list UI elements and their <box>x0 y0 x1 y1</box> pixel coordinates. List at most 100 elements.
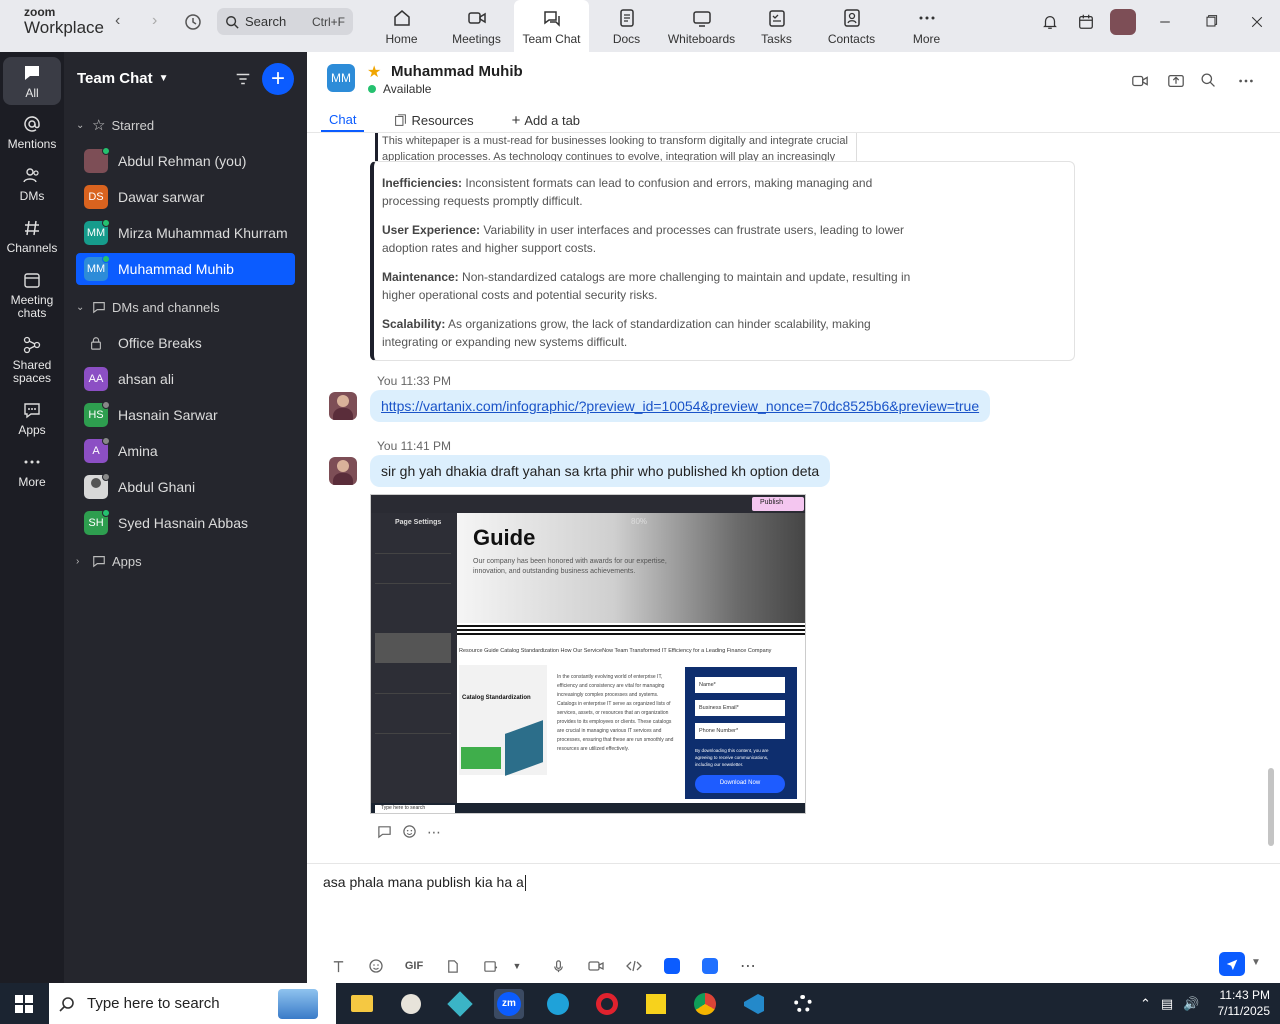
sidebar-item-ahsan-ali[interactable]: AA ahsan ali <box>76 363 295 395</box>
sidebar-item-abdul-rehman[interactable]: Abdul Rehman (you) <box>76 145 295 177</box>
rail-shared-spaces[interactable]: Shared spaces <box>0 335 64 385</box>
sidebar-item-amina[interactable]: A Amina <box>76 435 295 467</box>
message-link[interactable]: https://vartanix.com/infographic/?previe… <box>381 398 979 414</box>
rail-apps[interactable]: Apps <box>0 400 64 437</box>
send-options-icon[interactable]: ▼ <box>1251 957 1261 968</box>
rail-meeting-chats[interactable]: Meeting chats <box>0 270 64 320</box>
rail-more[interactable]: More <box>0 452 64 489</box>
message-list[interactable]: This whitepaper is a must-read for busin… <box>307 133 1280 863</box>
status-dot <box>102 147 110 155</box>
history-icon[interactable] <box>183 12 203 32</box>
filter-icon[interactable] <box>234 70 252 91</box>
rail-channels[interactable]: Channels <box>0 218 64 255</box>
new-chat-button[interactable]: + <box>262 63 294 95</box>
search-icon[interactable] <box>1200 72 1218 90</box>
video-call-icon[interactable] <box>1131 72 1149 90</box>
chevron-up-icon[interactable]: ⌃ <box>1140 996 1151 1012</box>
volume-icon[interactable]: 🔊 <box>1183 996 1199 1012</box>
more-options-icon[interactable] <box>1237 72 1255 90</box>
tab-add[interactable]: + Add a tab <box>504 108 588 132</box>
code-icon[interactable] <box>615 955 653 977</box>
windows-start-icon[interactable] <box>14 994 34 1014</box>
app-chat-icon[interactable] <box>653 955 691 977</box>
calendar-icon[interactable] <box>1076 12 1096 32</box>
tab-home[interactable]: Home <box>364 0 439 52</box>
gif-icon[interactable]: GIF <box>395 955 433 977</box>
tab-team-chat[interactable]: Team Chat <box>514 0 589 52</box>
chevron-down-icon[interactable]: ▼ <box>509 955 525 977</box>
star-filled-icon[interactable]: ★ <box>367 62 381 82</box>
video-message-icon[interactable] <box>577 955 615 977</box>
tab-chat[interactable]: Chat <box>321 108 365 132</box>
screenshot-icon[interactable] <box>471 955 509 977</box>
rail-mentions[interactable]: Mentions <box>0 114 64 151</box>
sidebar-item-office-breaks[interactable]: Office Breaks <box>76 327 295 359</box>
message-bubble[interactable]: https://vartanix.com/infographic/?previe… <box>370 390 991 422</box>
chat-avatar[interactable]: MM <box>327 64 355 92</box>
image-attachment[interactable]: Publish Page Settings Guide Our company … <box>370 494 806 814</box>
sidebar-item-syed-hasnain-abbas[interactable]: SH Syed Hasnain Abbas <box>76 507 295 539</box>
tab-whiteboards[interactable]: Whiteboards <box>664 0 739 52</box>
search-bar[interactable]: Search Ctrl+F <box>217 8 353 35</box>
section-label: DMs and channels <box>112 299 220 315</box>
sidebar-item-hasnain-sarwar[interactable]: HS Hasnain Sarwar <box>76 399 295 431</box>
vscode-icon[interactable] <box>739 989 769 1019</box>
paint-icon[interactable] <box>396 989 426 1019</box>
tab-more[interactable]: More <box>889 0 964 52</box>
rail-dms[interactable]: DMs <box>0 166 64 203</box>
edge-icon[interactable] <box>543 989 573 1019</box>
sidebar-item-abdul-ghani[interactable]: Abdul Ghani <box>76 471 295 503</box>
taskbar-search[interactable]: Type here to search <box>49 983 336 1024</box>
scrollbar[interactable] <box>1268 768 1274 846</box>
chat-contact-name[interactable]: Muhammad Muhib <box>391 63 523 80</box>
section-dms-channels[interactable]: ⌄ DMs and channels <box>76 297 220 317</box>
bell-icon[interactable] <box>1040 12 1060 32</box>
minimize-icon[interactable] <box>1155 12 1175 32</box>
forward-arrow-icon[interactable]: › <box>152 12 157 30</box>
profile-avatar[interactable] <box>1110 9 1136 35</box>
maximize-icon[interactable] <box>1201 12 1221 32</box>
sidebar-title[interactable]: Team Chat ▼ <box>77 70 168 87</box>
more-icon[interactable]: ⋯ <box>729 955 767 977</box>
close-icon[interactable] <box>1247 12 1267 32</box>
sidebar-item-dawar-sarwar[interactable]: DS Dawar sarwar <box>76 181 295 213</box>
file-icon[interactable] <box>433 955 471 977</box>
app-icon[interactable] <box>445 989 475 1019</box>
section-apps[interactable]: › Apps <box>76 551 142 571</box>
app-video-icon[interactable] <box>691 955 729 977</box>
hash-icon <box>25 220 39 236</box>
section-starred[interactable]: ⌄ ☆ Starred <box>76 115 154 135</box>
sticky-notes-icon[interactable] <box>641 989 671 1019</box>
sidebar-item-mirza-khurram[interactable]: MM Mirza Muhammad Khurram <box>76 217 295 249</box>
microphone-icon[interactable] <box>539 955 577 977</box>
emoji-icon[interactable] <box>357 955 395 977</box>
send-icon <box>1226 959 1238 971</box>
opera-icon[interactable] <box>592 989 622 1019</box>
back-arrow-icon[interactable]: ‹ <box>115 12 120 30</box>
tab-tasks[interactable]: Tasks <box>739 0 814 52</box>
zoom-taskbar-icon[interactable]: zm <box>494 989 524 1019</box>
message-input[interactable]: asa phala mana publish kia ha a <box>323 874 526 892</box>
format-text-icon[interactable] <box>319 955 357 977</box>
file-explorer-icon[interactable] <box>347 989 377 1019</box>
tab-contacts[interactable]: Contacts <box>814 0 889 52</box>
avatar[interactable] <box>329 457 357 485</box>
sidebar-item-muhammad-muhib[interactable]: MM Muhammad Muhib <box>76 253 295 285</box>
avatar[interactable] <box>329 392 357 420</box>
tab-meetings[interactable]: Meetings <box>439 0 514 52</box>
settings-gear-icon[interactable] <box>788 989 818 1019</box>
send-button[interactable] <box>1219 952 1245 976</box>
share-screen-icon[interactable] <box>1167 72 1185 90</box>
reply-icon[interactable] <box>377 824 392 842</box>
tab-label: Resources <box>411 112 474 128</box>
system-clock[interactable]: 11:43 PM 7/11/2025 <box>1212 987 1271 1019</box>
tab-resources[interactable]: Resources <box>386 108 481 132</box>
emoji-reaction-icon[interactable] <box>402 824 417 842</box>
rail-all[interactable]: All <box>3 57 61 105</box>
network-icon[interactable]: ▤ <box>1161 996 1173 1012</box>
chrome-icon[interactable] <box>690 989 720 1019</box>
chevron-down-icon: ⌄ <box>76 119 85 131</box>
tab-docs[interactable]: Docs <box>589 0 664 52</box>
more-icon[interactable]: ⋯ <box>427 824 441 842</box>
message-bubble[interactable]: sir gh yah dhakia draft yahan sa krta ph… <box>370 455 831 487</box>
